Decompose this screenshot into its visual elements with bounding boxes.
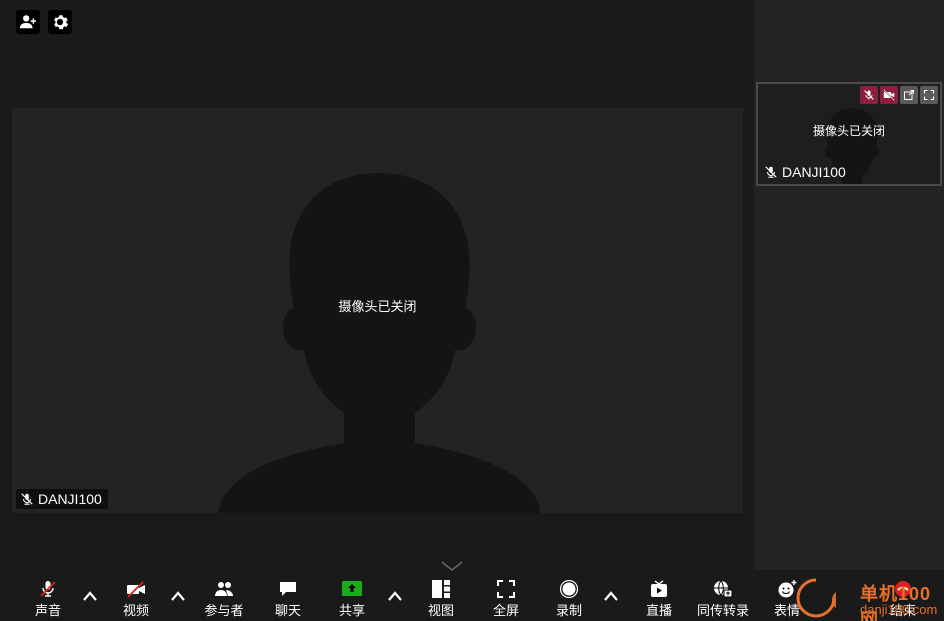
chat-button[interactable]: 聊天 — [258, 580, 318, 619]
emoji-plus-icon — [778, 580, 797, 598]
live-stream-button[interactable]: 直播 — [629, 580, 689, 619]
fullscreen-label: 全屏 — [492, 603, 519, 618]
chat-label: 聊天 — [274, 603, 301, 618]
add-participant-button[interactable] — [16, 10, 40, 34]
video-label: 视频 — [122, 603, 149, 618]
participant-name: DANJI100 — [782, 164, 846, 180]
fullscreen-icon — [497, 580, 515, 598]
video-off-icon — [127, 581, 145, 598]
globe-transcribe-icon — [714, 580, 733, 598]
participant-name: DANJI100 — [38, 491, 102, 507]
chevron-down-icon[interactable] — [440, 560, 464, 572]
camera-off-text: 摄像头已关闭 — [812, 124, 885, 138]
layout-view-icon — [432, 580, 450, 598]
thumb-popout-button[interactable] — [900, 86, 918, 104]
record-icon — [559, 580, 579, 598]
participant-name-tag: DANJI100 — [16, 489, 108, 509]
interpretation-button[interactable]: 同传转录 — [693, 580, 753, 619]
view-button[interactable]: 视图 — [411, 580, 471, 619]
participant-name-tag: DANJI100 — [760, 162, 852, 182]
camera-off-text: 摄像头已关闭 — [338, 299, 417, 314]
share-label: 共享 — [338, 603, 365, 618]
view-label: 视图 — [427, 603, 454, 618]
video-options-chevron-up-icon[interactable] — [169, 590, 187, 602]
record-button[interactable]: 录制 — [539, 580, 599, 619]
video-button[interactable]: 视频 — [106, 580, 166, 619]
interpretation-label: 同传转录 — [696, 603, 749, 618]
audio-button[interactable]: 声音 — [18, 580, 78, 619]
live-label: 直播 — [645, 603, 672, 618]
popout-icon — [904, 90, 914, 100]
video-off-icon — [883, 89, 895, 101]
thumb-video-off-button[interactable] — [880, 86, 898, 104]
live-tv-icon — [651, 580, 667, 597]
gear-icon — [54, 15, 69, 30]
mic-muted-icon — [21, 493, 33, 505]
participant-thumbnail[interactable]: 摄像头已关闭 DANJI100 — [756, 82, 942, 186]
record-options-chevron-up-icon[interactable] — [602, 590, 620, 602]
avatar-silhouette — [218, 173, 540, 513]
watermark-logo-icon — [796, 578, 836, 618]
person-plus-icon — [19, 15, 37, 29]
mic-muted-icon — [765, 166, 777, 178]
site-watermark: 单机100网 danji100.com — [796, 574, 944, 621]
participants-button[interactable]: 参与者 — [194, 580, 254, 619]
settings-button[interactable] — [48, 10, 72, 34]
main-video-tile[interactable]: 摄像头已关闭 DANJI100 — [12, 108, 743, 513]
audio-options-chevron-up-icon[interactable] — [81, 590, 99, 602]
participants-label: 参与者 — [204, 603, 244, 618]
thumb-mute-button[interactable] — [860, 86, 878, 104]
participants-icon — [215, 582, 233, 596]
share-options-chevron-up-icon[interactable] — [386, 590, 404, 602]
thumb-fullscreen-button[interactable] — [920, 86, 938, 104]
audio-label: 声音 — [34, 603, 61, 618]
share-screen-icon — [342, 581, 362, 596]
record-label: 录制 — [555, 603, 582, 618]
mic-muted-icon — [40, 581, 56, 597]
chat-bubble-icon — [280, 582, 296, 596]
mic-muted-icon — [864, 90, 874, 100]
fullscreen-button[interactable]: 全屏 — [476, 580, 536, 619]
thumbnail-controls — [860, 86, 938, 104]
watermark-url: danji100.com — [860, 602, 938, 617]
share-button[interactable]: 共享 — [322, 580, 382, 619]
fullscreen-icon — [923, 89, 935, 101]
